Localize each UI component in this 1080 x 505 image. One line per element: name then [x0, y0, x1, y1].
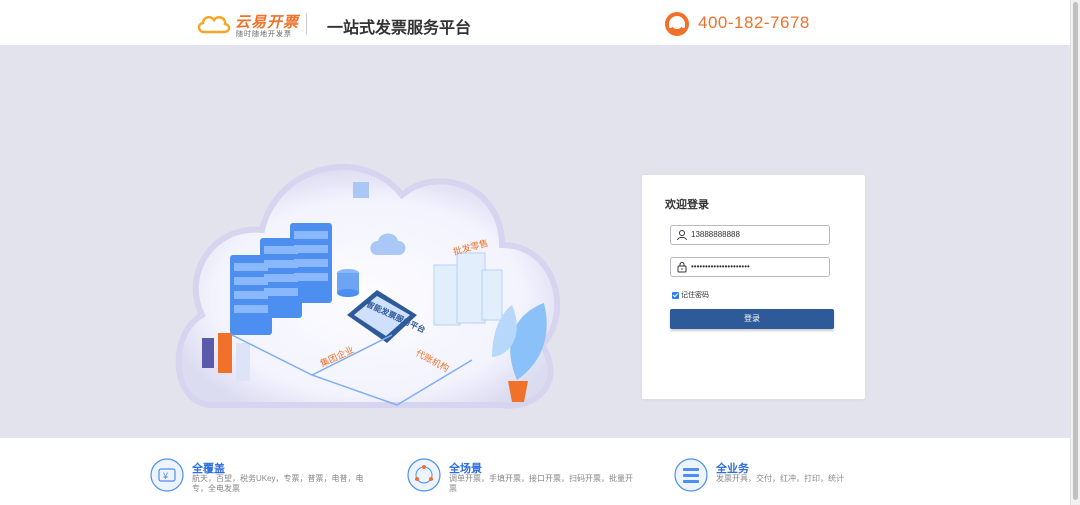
scrollbar-thumb[interactable]: [1073, 2, 1078, 500]
customer-service-headset-icon: [665, 12, 689, 36]
username-value: 13888888888: [691, 230, 740, 239]
vertical-scrollbar[interactable]: [1070, 0, 1080, 505]
logo-slogan: 随时随地开发票: [236, 31, 292, 38]
lock-icon: [677, 262, 687, 273]
header-divider: [306, 13, 307, 35]
username-field[interactable]: 13888888888: [670, 225, 830, 245]
hotline-number: 400-182-7678: [698, 13, 810, 32]
feature-desc: 调单开票，手填开票，接口开票，扫码开票，批量开票: [449, 474, 633, 493]
feature-desc: 发票开具，交付，红冲，打印，统计: [716, 474, 844, 483]
login-card: 欢迎登录 13888888888 ••••••••••••••••••••• 记…: [642, 175, 865, 399]
remember-password-label: 记住密码: [681, 292, 709, 299]
top-header: 云易开票 随时随地开发票 一站式发票服务平台 400-182-7678: [0, 0, 1071, 46]
business-list-icon: [674, 458, 708, 492]
platform-title: 一站式发票服务平台: [327, 20, 472, 37]
remember-password-checkbox[interactable]: 记住密码: [672, 290, 709, 300]
checkbox-checked-icon[interactable]: [672, 291, 679, 299]
user-icon: [677, 230, 687, 241]
cloud-platform-illustration: 智能发票服务平台 批发零售 集团企业 代账机构: [175, 164, 561, 409]
hero-banner: 智能发票服务平台 批发零售 集团企业 代账机构 欢迎登录 13888888888: [0, 45, 1071, 438]
features-footer: ¥ 全覆盖 航天，百望，税务UKey，专票，普票，电普，电专，全电发票 全场景 …: [0, 438, 1071, 505]
svg-text:¥: ¥: [162, 471, 169, 481]
password-value: •••••••••••••••••••••: [691, 262, 750, 271]
feature-desc: 航天，百望，税务UKey，专票，普票，电普，电专，全电发票: [192, 474, 364, 493]
yen-card-icon: ¥: [150, 458, 184, 492]
login-title: 欢迎登录: [665, 199, 709, 211]
scenario-cycle-icon: [407, 458, 441, 492]
login-button[interactable]: 登录: [670, 309, 834, 329]
password-field[interactable]: •••••••••••••••••••••: [670, 257, 830, 277]
